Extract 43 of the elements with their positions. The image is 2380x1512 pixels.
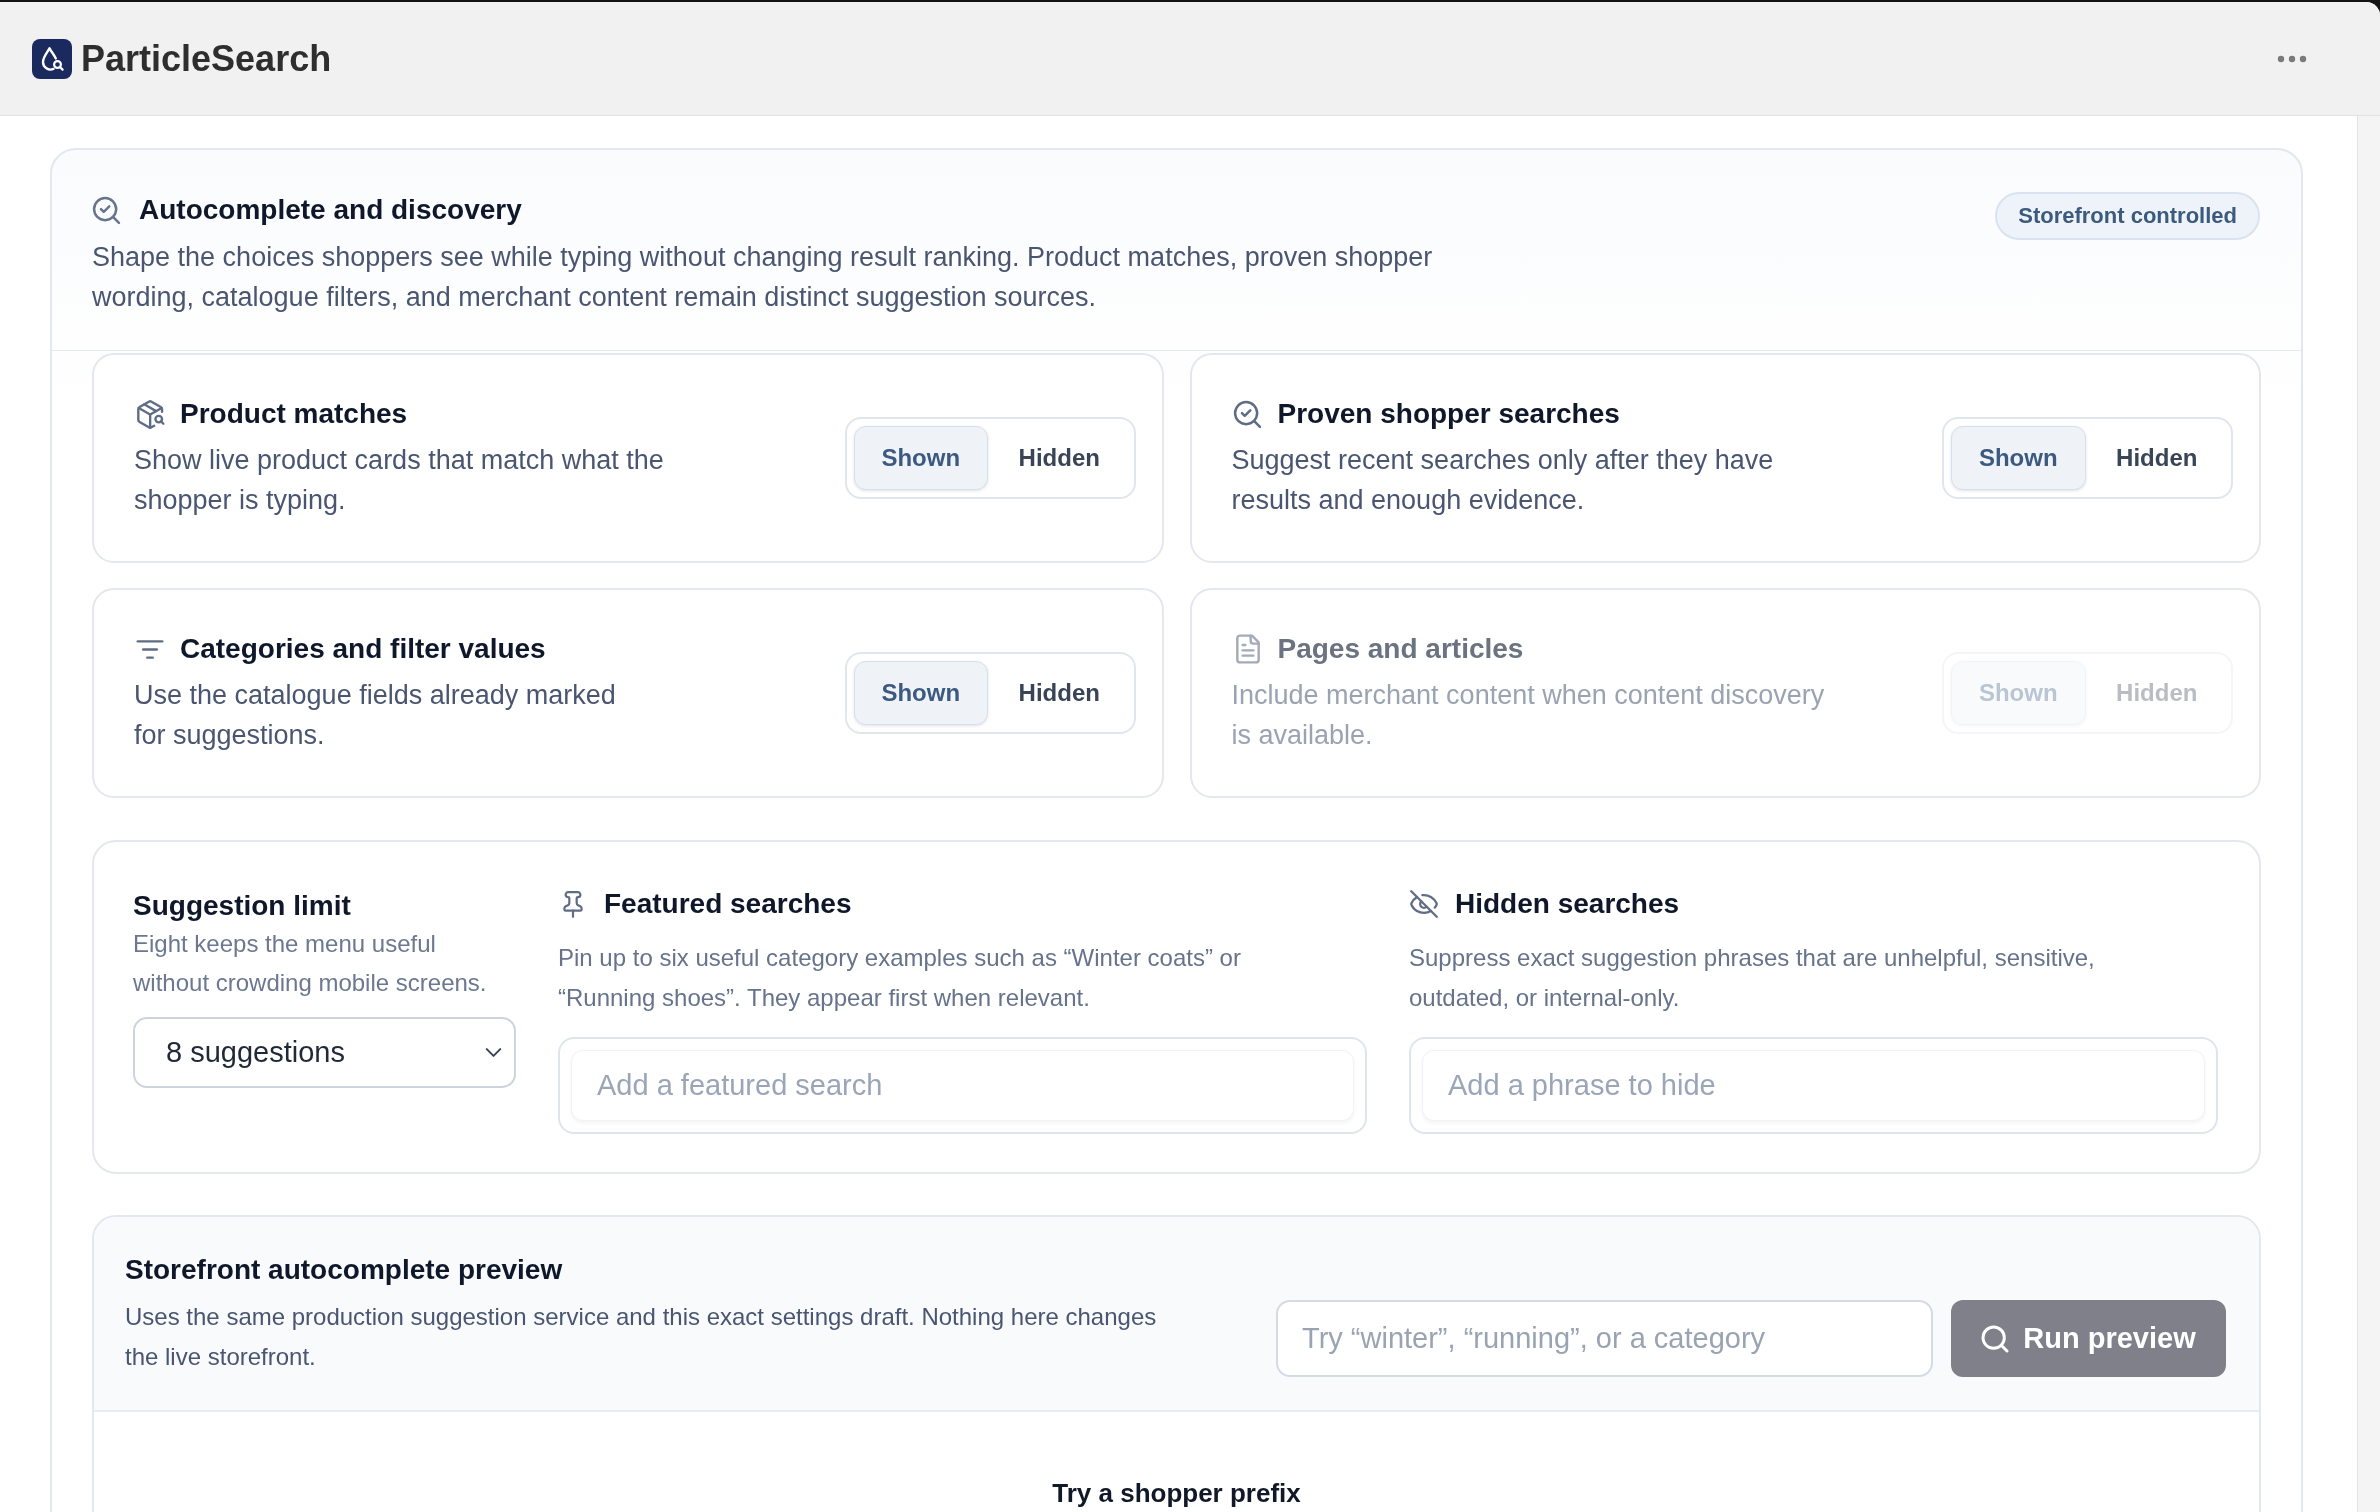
preview-search-field[interactable]: Try “winter”, “running”, or a category xyxy=(1276,1300,1933,1377)
toggle-option[interactable]: Shown xyxy=(1951,426,2086,490)
section-description: Shape the choices shoppers see while typing without changing result ranking. Product matches, proven shopper wording, catalogue filters, and merchant content remain distinct suggestion sources. xyxy=(92,241,1434,314)
hidden-searches-description: Suppress exact suggestion phrases that are unhelpful, sensitive, outdated, or internal-only. xyxy=(1409,943,2096,1013)
app-name: ParticleSearch xyxy=(81,36,332,81)
chevron-down-icon xyxy=(485,1048,502,1057)
run-preview-button[interactable]: Run preview xyxy=(1951,1300,2226,1377)
source-title: Pages and articles xyxy=(1277,632,1524,666)
suggestion-limit-description: Eight keeps the menu useful without crowding mobile screens. xyxy=(133,929,488,998)
source-description: Suggest recent searches only after they have results and enough evidence. xyxy=(1231,444,1775,517)
featured-searches-title: Featured searches xyxy=(604,887,852,921)
preview-description: Uses the same production suggestion service and this exact settings draft. Nothing here changes the live storefront. xyxy=(125,1302,1158,1372)
package-search-icon xyxy=(135,399,165,429)
hidden-searches-title: Hidden searches xyxy=(1455,887,1680,921)
pin-icon xyxy=(563,890,583,918)
search-icon xyxy=(1981,1324,2010,1353)
section-title: Autocomplete and discovery xyxy=(139,193,522,227)
filter-icon xyxy=(136,639,164,659)
source-description: Include merchant content when content discovery is available. xyxy=(1231,679,1826,752)
status-badge: Storefront controlled xyxy=(1995,192,2260,240)
search-check-icon xyxy=(1233,399,1262,429)
source-description: Use the catalogue fields already marked for suggestions. xyxy=(134,679,617,752)
eye-off-icon xyxy=(1410,890,1438,918)
source-title: Product matches xyxy=(180,397,408,431)
search-check-icon xyxy=(92,195,121,225)
more-icon[interactable] xyxy=(2277,54,2307,63)
suggestion-limit-select[interactable]: 8 suggestions xyxy=(133,1017,516,1088)
featured-searches-description: Pin up to six useful category examples such as “Winter coats” or “Running shoes”. They appear first when relevant. xyxy=(558,943,1242,1013)
toggle-option[interactable]: Hidden xyxy=(992,661,1127,725)
suggestion-limit-title: Suggestion limit xyxy=(133,889,352,923)
toggle-option[interactable]: Shown xyxy=(853,661,988,725)
toggle-option[interactable]: Hidden xyxy=(2089,426,2224,490)
document-icon xyxy=(1235,634,1260,664)
toggle-option[interactable]: Hidden xyxy=(992,426,1127,490)
hidden-searches-field[interactable]: Add a phrase to hide xyxy=(1409,1037,2218,1134)
logo-icon xyxy=(32,38,72,79)
preview-title: Storefront autocomplete preview xyxy=(125,1253,564,1287)
toggle-option[interactable]: Shown xyxy=(853,426,988,490)
featured-searches-field[interactable]: Add a featured search xyxy=(558,1037,1367,1134)
source-title: Proven shopper searches xyxy=(1277,397,1620,431)
source-title: Categories and filter values xyxy=(180,632,546,666)
source-description: Show live product cards that match what the shopper is typing. xyxy=(134,444,665,517)
empty-state-title: Try a shopper prefix xyxy=(1052,1478,1301,1508)
